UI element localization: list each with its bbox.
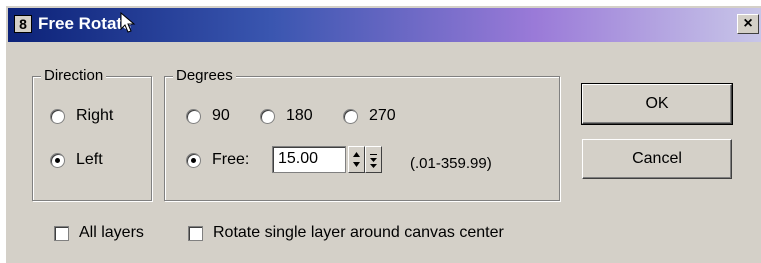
cancel-button[interactable]: Cancel xyxy=(582,139,732,179)
rotate-single-layer-label: Rotate single layer around canvas center xyxy=(213,224,504,241)
radio-90-dot[interactable] xyxy=(186,108,201,124)
radio-270[interactable]: 270 xyxy=(343,107,396,125)
radio-180-dot[interactable] xyxy=(260,108,275,124)
radio-right-label: Right xyxy=(76,107,114,124)
rotate-single-layer-checkbox[interactable]: Rotate single layer around canvas center xyxy=(188,224,504,242)
all-layers-box[interactable] xyxy=(54,225,69,241)
radio-90-label: 90 xyxy=(212,107,230,124)
degrees-range-hint: (.01-359.99) xyxy=(410,155,492,172)
free-rotate-dialog: 8 Free Rotate × Direction Right Left Deg… xyxy=(5,5,761,263)
radio-270-label: 270 xyxy=(369,107,396,124)
spin-dropdown-icon xyxy=(370,154,377,168)
radio-270-dot[interactable] xyxy=(343,108,358,124)
direction-legend: Direction xyxy=(41,67,107,84)
all-layers-checkbox[interactable]: All layers xyxy=(54,224,144,242)
spin-menu-button[interactable] xyxy=(365,146,382,173)
app-icon: 8 xyxy=(14,15,32,33)
radio-left-dot[interactable] xyxy=(50,152,65,168)
degrees-group: Degrees xyxy=(164,67,560,201)
free-degrees-input[interactable]: 15.00 xyxy=(272,146,346,173)
direction-group: Direction xyxy=(32,67,152,201)
radio-90[interactable]: 90 xyxy=(186,107,230,125)
ok-button[interactable]: OK xyxy=(581,83,733,125)
radio-180[interactable]: 180 xyxy=(260,107,313,125)
radio-180-label: 180 xyxy=(286,107,313,124)
window-title: Free Rotate xyxy=(38,14,132,33)
spin-up-down-button[interactable] xyxy=(348,146,365,173)
radio-left-label: Left xyxy=(76,151,103,168)
radio-free-label: Free: xyxy=(212,151,250,168)
mouse-cursor-icon xyxy=(120,12,136,33)
degrees-spinner[interactable] xyxy=(348,146,382,173)
radio-right-dot[interactable] xyxy=(50,108,65,124)
rotate-single-layer-box[interactable] xyxy=(188,225,203,241)
radio-right[interactable]: Right xyxy=(50,107,113,125)
radio-free-dot[interactable] xyxy=(186,152,201,168)
degrees-legend: Degrees xyxy=(173,67,236,84)
spin-arrows-icon xyxy=(353,152,360,167)
radio-free[interactable]: Free: xyxy=(186,151,249,169)
close-button[interactable]: × xyxy=(737,14,759,34)
radio-left[interactable]: Left xyxy=(50,151,103,169)
all-layers-label: All layers xyxy=(79,224,144,241)
